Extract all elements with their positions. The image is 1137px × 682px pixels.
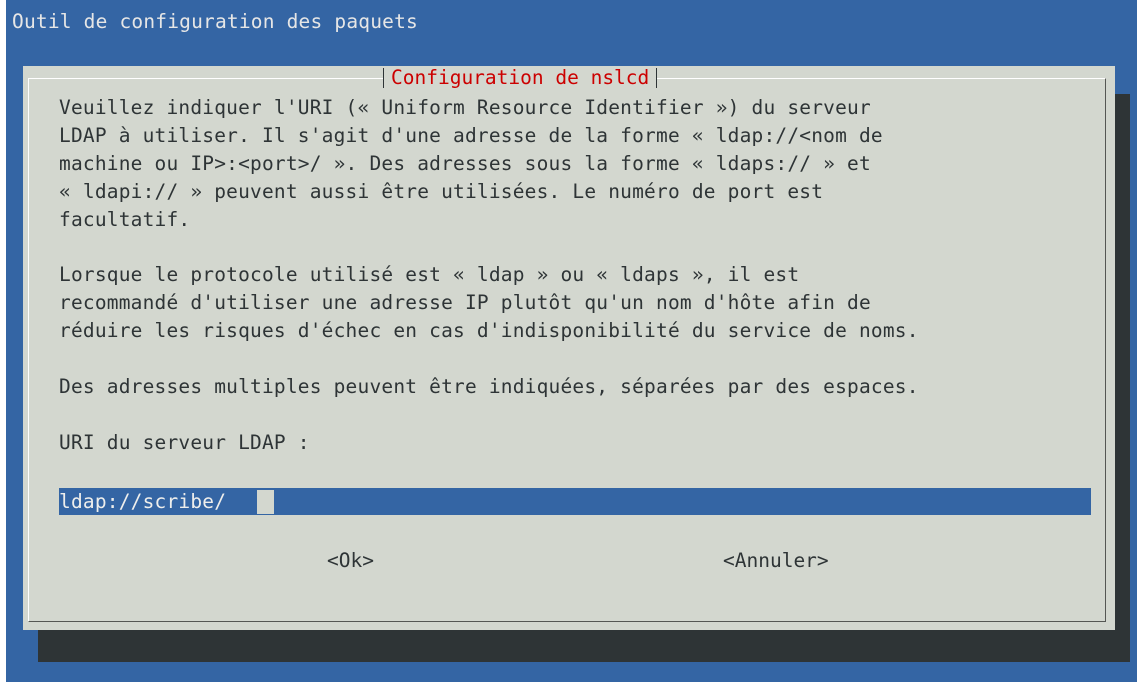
description-line: Des adresses multiples peuvent être indi… [59,375,919,398]
description-line: machine ou IP>:<port>/ ». Des adresses s… [59,152,871,175]
description-line: Lorsque le protocole utilisé est « ldap … [59,263,800,286]
ldap-uri-input[interactable]: ldap://scribe/ [59,488,1091,515]
description-line: « ldapi:// » peuvent aussi être utilisée… [59,180,824,203]
ok-button[interactable]: <Ok> [327,549,374,572]
ldap-uri-value: ldap://scribe/ [59,490,227,513]
description-line: recommandé d'utiliser une adresse IP plu… [59,291,871,314]
dialog-box: Configuration de nslcd Veuillez indiquer… [23,66,1115,630]
description-line: LDAP à utiliser. Il s'agit d'une adresse… [59,124,883,147]
input-prompt-label: URI du serveur LDAP : [59,431,310,454]
description-line: facultatif. [59,208,191,231]
dialog-title: Configuration de nslcd [383,66,658,90]
cancel-button[interactable]: <Annuler> [723,549,829,572]
description-line: Veuillez indiquer l'URI (« Uniform Resou… [59,96,871,119]
text-cursor [257,490,274,514]
terminal-screen: Outil de configuration des paquets Confi… [6,0,1137,682]
backtitle: Outil de configuration des paquets [12,10,418,33]
description-line: réduire les risques d'échec en cas d'ind… [59,319,919,342]
